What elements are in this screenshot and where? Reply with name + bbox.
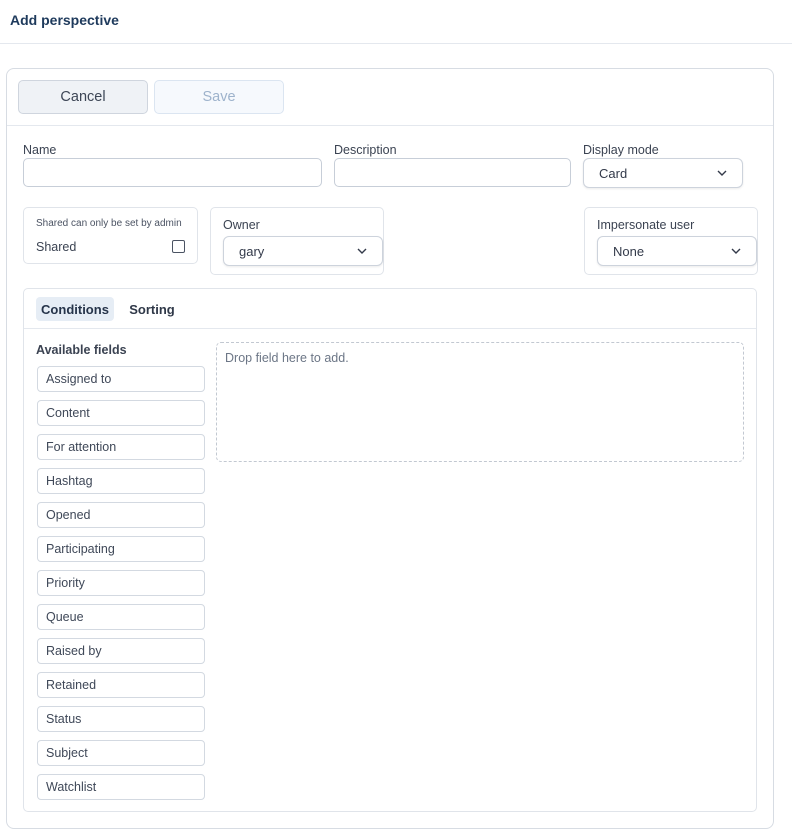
- field-item-content[interactable]: Content: [37, 400, 205, 426]
- name-input[interactable]: [23, 158, 322, 187]
- description-input[interactable]: [334, 158, 571, 187]
- page-title: Add perspective: [10, 12, 119, 28]
- dropzone-hint: Drop field here to add.: [225, 351, 349, 365]
- field-item-watchlist[interactable]: Watchlist: [37, 774, 205, 800]
- field-item-assigned-to[interactable]: Assigned to: [37, 366, 205, 392]
- field-item-opened[interactable]: Opened: [37, 502, 205, 528]
- impersonate-value: None: [613, 244, 645, 259]
- field-item-queue[interactable]: Queue: [37, 604, 205, 630]
- chevron-down-icon: [731, 248, 741, 254]
- perspective-form-card: Cancel Save Name Description Display mod…: [6, 68, 774, 829]
- field-item-hashtag[interactable]: Hashtag: [37, 468, 205, 494]
- display-mode-label: Display mode: [583, 143, 659, 157]
- tabs-bar: Conditions Sorting: [24, 289, 756, 329]
- chevron-down-icon: [717, 170, 727, 176]
- shared-label: Shared: [36, 240, 77, 254]
- tab-conditions[interactable]: Conditions: [36, 297, 114, 321]
- display-mode-value: Card: [599, 166, 628, 181]
- field-item-retained[interactable]: Retained: [37, 672, 205, 698]
- owner-select[interactable]: gary: [223, 236, 383, 266]
- field-item-priority[interactable]: Priority: [37, 570, 205, 596]
- owner-label: Owner: [223, 218, 260, 232]
- description-label: Description: [334, 143, 397, 157]
- impersonate-panel: Impersonate user None: [584, 207, 758, 275]
- field-item-for-attention[interactable]: For attention: [37, 434, 205, 460]
- tab-sorting[interactable]: Sorting: [124, 297, 180, 321]
- field-item-raised-by[interactable]: Raised by: [37, 638, 205, 664]
- display-mode-select[interactable]: Card: [583, 158, 743, 188]
- condition-dropzone[interactable]: Drop field here to add.: [216, 342, 744, 462]
- save-button[interactable]: Save: [154, 80, 284, 114]
- field-item-participating[interactable]: Participating: [37, 536, 205, 562]
- name-label: Name: [23, 143, 57, 157]
- impersonate-select[interactable]: None: [597, 236, 757, 266]
- shared-checkbox[interactable]: [172, 240, 185, 253]
- field-item-subject[interactable]: Subject: [37, 740, 205, 766]
- available-fields-title: Available fields: [36, 343, 127, 357]
- owner-panel: Owner gary: [210, 207, 384, 275]
- page-header: Add perspective: [0, 0, 792, 44]
- impersonate-label: Impersonate user: [597, 218, 695, 232]
- shared-panel: Shared can only be set by admin Shared: [23, 207, 198, 264]
- cancel-button[interactable]: Cancel: [18, 80, 148, 114]
- shared-admin-note: Shared can only be set by admin: [36, 218, 182, 229]
- owner-value: gary: [239, 244, 265, 259]
- chevron-down-icon: [357, 248, 367, 254]
- field-item-status[interactable]: Status: [37, 706, 205, 732]
- form-toolbar: Cancel Save: [7, 69, 773, 126]
- conditions-panel: Conditions Sorting Available fields Assi…: [23, 288, 757, 812]
